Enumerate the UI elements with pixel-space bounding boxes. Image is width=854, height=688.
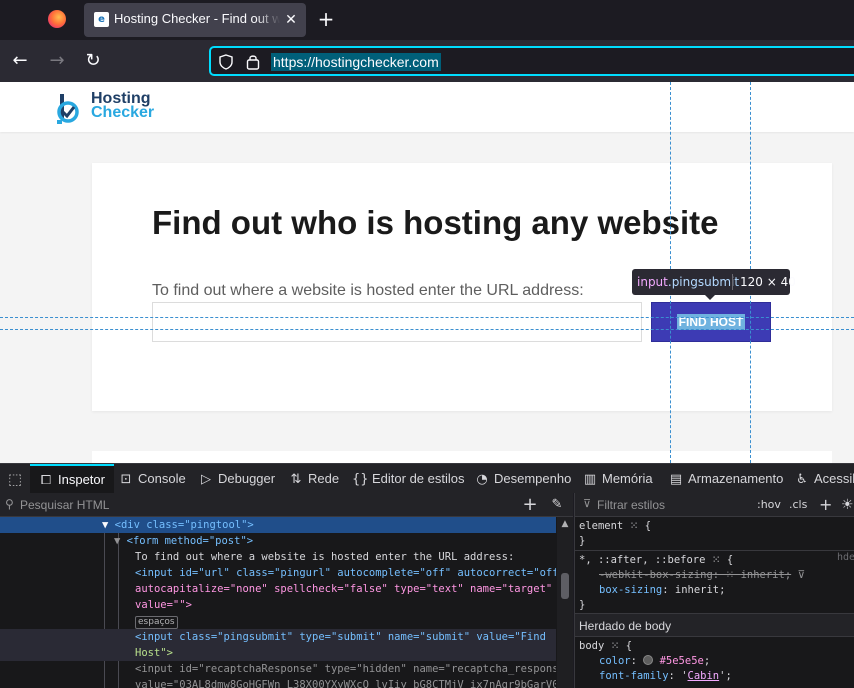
performance-icon: ◔ xyxy=(476,472,488,487)
tab-console[interactable]: ⊡ Console xyxy=(118,464,186,494)
inherited-from-body-header: Herdado de body xyxy=(575,613,854,637)
page-viewport: Hosting Checker Find out who is hosting … xyxy=(0,82,854,463)
node-input-hidden-cont[interactable]: value="03AL8dmw8GoHGFWn_L38X00YXyWXcQ_lv… xyxy=(0,677,556,688)
rules-list: element ⁙ { } *, ::after, ::before ⁙ { h… xyxy=(575,517,854,688)
tab-memoria[interactable]: ▥ Memória xyxy=(582,464,653,494)
rule-separator xyxy=(575,550,854,551)
rule-body[interactable]: body ⁙ { xyxy=(579,639,854,654)
highlighter-guide-top xyxy=(0,317,854,318)
node-input-submit-cont[interactable]: Host"> xyxy=(0,645,556,661)
console-icon: ⊡ xyxy=(120,472,132,487)
tab-inspetor[interactable]: ⧠ Inspetor xyxy=(30,464,114,494)
filter-icon: ⊽ xyxy=(583,497,592,510)
network-icon: ⇅ xyxy=(290,472,302,487)
eyedropper-icon[interactable]: ✎ xyxy=(548,496,566,514)
whitespace-badge[interactable]: espaços xyxy=(135,616,178,629)
navigation-bar: ← → ↻ https://hostingchecker.com xyxy=(0,40,854,82)
tab-desempenho[interactable]: ◔ Desempenho xyxy=(474,464,571,494)
tab-rede[interactable]: ⇅ Rede xyxy=(288,464,340,494)
tab-bar: e Hosting Checker - Find out who is host… xyxy=(0,0,854,40)
infobar-tag: input.pingsubmit xyxy=(637,275,740,289)
accessibility-icon: ♿ xyxy=(796,472,808,487)
infobar-size: 120 × 40 xyxy=(740,275,796,289)
markup-scrollbar[interactable]: ▲ xyxy=(557,517,573,688)
highlighter-guide-bottom xyxy=(0,329,854,330)
declaration-color[interactable]: color: #5e5e5e; xyxy=(599,654,854,669)
page-headline: Find out who is hosting any website xyxy=(152,204,719,241)
node-div-pingtool[interactable]: ▼ <div class="pingtool"> xyxy=(0,517,556,533)
cls-toggle[interactable]: .cls xyxy=(789,497,807,513)
stylesheet-source[interactable]: hde xyxy=(837,552,854,563)
add-node-button[interactable]: + xyxy=(520,494,540,516)
devtools-toolbar: ⬚ ⧠ Inspetor ⊡ Console ▷ Debugger ⇅ Rede {} E… xyxy=(0,463,854,494)
logo-text-checker[interactable]: Checker xyxy=(91,104,154,121)
color-swatch-icon[interactable] xyxy=(643,655,654,665)
reload-button[interactable]: ↻ xyxy=(80,48,106,74)
firefox-icon[interactable] xyxy=(48,10,66,28)
rule-universal-close: } xyxy=(579,599,586,611)
rules-toolbar: ⊽ :hov .cls + ☀ xyxy=(575,493,854,517)
node-input-hidden[interactable]: <input id="recaptchaResponse" type="hidd… xyxy=(0,661,556,677)
markup-tree: ▼ <div class="pingtool"> ▼ <form method=… xyxy=(0,517,556,688)
filter-styles-input[interactable] xyxy=(597,497,747,513)
instruction-text: To find out where a website is hosted en… xyxy=(152,282,584,299)
tab-editor-de-estilos[interactable]: {} Editor de estilos xyxy=(352,464,465,494)
forward-button[interactable]: → xyxy=(44,48,70,74)
tab-armazenamento[interactable]: ▤ Armazenamento xyxy=(668,464,784,494)
memory-icon: ▥ xyxy=(583,472,597,487)
hov-toggle[interactable]: :hov xyxy=(757,497,781,513)
node-input-url[interactable]: <input id="url" class="pingurl" autocomp… xyxy=(0,565,556,581)
hosting-checker-logo-icon[interactable] xyxy=(54,90,88,126)
add-rule-button[interactable]: + xyxy=(819,497,832,513)
search-icon: ⚲ xyxy=(5,497,14,511)
site-header: Hosting Checker xyxy=(0,82,854,132)
debugger-icon: ▷ xyxy=(201,472,211,487)
scrollbar-thumb[interactable] xyxy=(561,573,569,599)
rule-element[interactable]: element ⁙ { xyxy=(579,519,854,534)
rules-panel: ⊽ :hov .cls + ☀ element ⁙ { } *, ::after… xyxy=(574,493,854,688)
node-input-url-end[interactable]: value=""> xyxy=(0,597,556,613)
tab-hosting-checker[interactable]: e Hosting Checker - Find out who is host… xyxy=(84,3,306,37)
tab-debugger[interactable]: ▷ Debugger xyxy=(198,464,275,494)
url-bar[interactable]: https://hostingchecker.com xyxy=(209,46,854,76)
declaration-webkit-box-sizing[interactable]: -webkit-box-sizing: ⁙ inherit; ⊽ xyxy=(599,568,854,583)
hosting-checker-favicon-icon: e xyxy=(94,12,109,27)
url-input[interactable] xyxy=(152,302,642,342)
new-tab-button[interactable]: + xyxy=(314,6,338,32)
declaration-font-family[interactable]: font-family: 'Cabin'; xyxy=(599,669,854,684)
infobar-separator xyxy=(732,274,733,290)
tracking-shield-icon[interactable] xyxy=(219,54,233,70)
rule-universal[interactable]: *, ::after, ::before ⁙ { xyxy=(579,553,854,568)
element-picker-icon[interactable]: ⬚ xyxy=(0,464,30,494)
style-editor-icon: {} xyxy=(352,472,369,487)
markup-panel: ⚲ + ✎ ▼ <div class="pingtool"> ▼ <form m… xyxy=(0,493,573,688)
lock-icon[interactable] xyxy=(245,53,261,70)
node-input-url-cont[interactable]: autocapitalize="none" spellcheck="false"… xyxy=(0,581,556,597)
tab-acessibilidade[interactable]: ♿Acessib xyxy=(794,464,854,494)
light-theme-icon[interactable]: ☀ xyxy=(841,497,854,513)
node-text[interactable]: To find out where a website is hosted en… xyxy=(0,549,556,565)
rule-element-close: } xyxy=(579,535,586,547)
find-host-button[interactable]: FIND HOST xyxy=(651,302,771,342)
declaration-box-sizing[interactable]: box-sizing: inherit; xyxy=(599,583,854,598)
scroll-up-icon[interactable]: ▲ xyxy=(557,517,573,531)
node-form[interactable]: ▼ <form method="post"> xyxy=(0,533,556,549)
html-search-row: ⚲ + ✎ xyxy=(0,493,573,517)
highlighter-infobar: input.pingsubmit 120 × 40 xyxy=(632,269,796,300)
tab-close-icon[interactable]: ✕ xyxy=(282,8,300,30)
node-input-submit[interactable]: <input class="pingsubmit" type="submit" … xyxy=(0,629,556,645)
url-text[interactable]: https://hostingchecker.com xyxy=(271,53,441,71)
storage-icon: ▤ xyxy=(669,472,683,487)
inspector-icon: ⧠ xyxy=(40,473,52,488)
browser-window: e Hosting Checker - Find out who is host… xyxy=(0,0,854,688)
secondary-card xyxy=(92,451,832,463)
back-button[interactable]: ← xyxy=(7,48,33,74)
html-search-input[interactable] xyxy=(20,497,500,513)
tab-title: Hosting Checker - Find out who is hostin… xyxy=(114,11,280,29)
node-whitespace[interactable]: espaços xyxy=(0,613,556,629)
